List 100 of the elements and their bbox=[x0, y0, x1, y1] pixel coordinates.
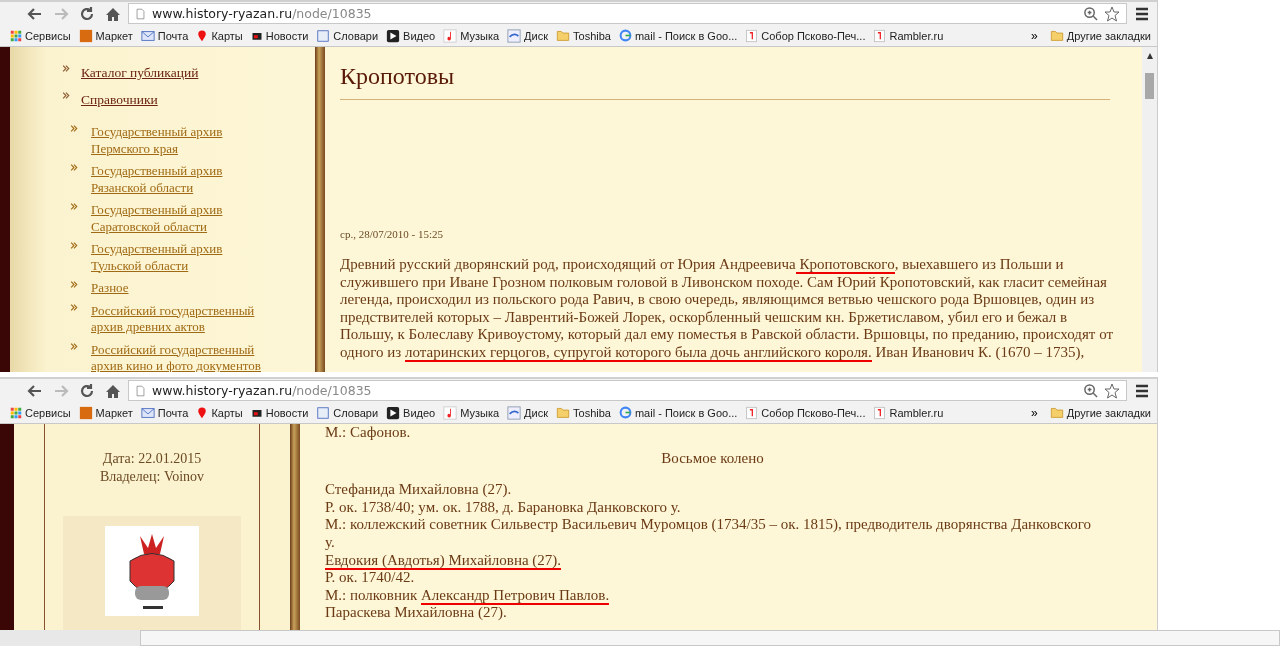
bookmark-link[interactable]: Диск bbox=[507, 405, 549, 420]
bookmark-link[interactable]: Новости bbox=[250, 406, 309, 419]
apps-grid-icon bbox=[10, 406, 22, 419]
horizontal-scrollbar[interactable] bbox=[140, 630, 1280, 646]
star-icon bbox=[1104, 5, 1120, 22]
bookmark-link[interactable]: Почта bbox=[140, 28, 189, 43]
envelope-icon bbox=[140, 405, 155, 420]
sidebar-sublink[interactable]: Государственный архив Рязанской области bbox=[91, 163, 263, 196]
bookmark-link[interactable]: mail - Поиск в Goo... bbox=[618, 29, 738, 42]
other-bookmarks-link[interactable]: Другие закладки bbox=[1049, 406, 1151, 419]
menu-icon bbox=[1134, 382, 1150, 399]
other-bookmarks-link[interactable]: Другие закладки bbox=[1049, 29, 1151, 42]
double-chevron-icon bbox=[70, 341, 79, 351]
url-path: /node/10835 bbox=[292, 383, 372, 398]
bookmark-link[interactable]: Почта bbox=[140, 405, 189, 420]
double-chevron-icon bbox=[60, 91, 73, 100]
post-date: ср., 28/07/2010 - 15:25 bbox=[340, 228, 444, 240]
star-icon bbox=[1104, 382, 1120, 399]
text-line: Параскева Михайловна (27). bbox=[325, 604, 508, 622]
bookmark-link[interactable]: Новости bbox=[250, 29, 309, 42]
forward-arrow-icon bbox=[53, 382, 69, 399]
double-chevron-icon bbox=[70, 163, 79, 172]
back-arrow-icon bbox=[27, 5, 43, 22]
sidebar-sublink[interactable]: Государственный архив Тульской области bbox=[91, 241, 263, 274]
sidebar-sublink[interactable]: Государственный архив Пермского края bbox=[91, 124, 263, 157]
sidebar-link[interactable]: Каталог публикаций bbox=[81, 64, 199, 81]
bookmark-link[interactable]: Toshiba bbox=[556, 406, 611, 419]
zoom-icon bbox=[1083, 6, 1098, 21]
play-icon bbox=[386, 405, 401, 420]
bookmark-link[interactable]: Карты bbox=[196, 28, 243, 43]
bookmark-link[interactable]: Словари bbox=[316, 405, 379, 420]
forward-arrow-icon bbox=[53, 5, 69, 22]
bookmark-link[interactable]: Маркет bbox=[78, 405, 133, 420]
scrollbar-thumb[interactable] bbox=[1145, 73, 1154, 99]
bookmark-link[interactable]: Сервисы bbox=[10, 406, 71, 419]
bookmark-link[interactable]: Музыка bbox=[443, 405, 500, 420]
double-chevron-icon bbox=[60, 64, 73, 73]
double-chevron-icon bbox=[70, 302, 79, 312]
bookmark-link[interactable]: Диск bbox=[507, 28, 549, 43]
folder-icon bbox=[556, 29, 571, 42]
apps-grid-icon bbox=[10, 29, 22, 42]
page-icon bbox=[135, 383, 146, 398]
owner-info: Владелец: Voinov bbox=[99, 468, 205, 486]
music-note-icon bbox=[443, 28, 458, 43]
menu-icon bbox=[1134, 5, 1150, 22]
sidebar-sublink[interactable]: Разное bbox=[91, 280, 263, 297]
folder-icon bbox=[1049, 406, 1064, 419]
bookmark-link[interactable]: Rambler.ru bbox=[873, 28, 944, 43]
address-bar[interactable]: www.history-ryazan.ru/node/10835 bbox=[128, 3, 1127, 24]
article-paragraph: Древний русский дворянский род, происходящий от Юрия Андреевича Кропотовского, выехавшего из Польши и служившего при Иване Грозном полковым головой в Ливонском походе. Сам Юрий Кропотовский, как гласит семейная легенда, происходил из польского рода Равич, в свою очередь, являющимся ветвью чешского рода Вршовцев, один из предствителей которых – Лаврентий-Божей Лорек, оскорбленный чешским кн. Бржетиславом, убил его и бежал в Польшу, к Болеславу Кривоустому, который дал ему поместья в Равской области. Вршовцы, по преданию, происходят от одного из лотаринских герцогов, супругой которого была дочь английского короля. Иван Иванович К. (1670 – 1735), bbox=[340, 256, 1115, 361]
owner-info: Дата: 22.01.2015 bbox=[102, 450, 202, 468]
text-line: Стефанида Михайловна (27). bbox=[325, 481, 513, 499]
map-pin-icon bbox=[196, 405, 209, 420]
text-line: Р. ок. 1738/40; ум. ок. 1788, д. Барановка Данковского у. bbox=[325, 498, 682, 517]
zoom-icon bbox=[1083, 383, 1098, 398]
folder-icon bbox=[556, 406, 571, 419]
sidebar-link[interactable]: Справочники bbox=[81, 91, 158, 108]
sidebar-sublink[interactable]: Российский государственный архив древних актов bbox=[91, 302, 263, 336]
double-chevron-icon bbox=[70, 241, 79, 250]
reload-icon bbox=[79, 382, 95, 399]
back-arrow-icon bbox=[27, 382, 43, 399]
play-icon bbox=[386, 28, 401, 43]
bookmark-link[interactable]: Toshiba bbox=[556, 29, 611, 42]
text-line: М.: Сафонов. bbox=[325, 424, 411, 442]
double-chevron-icon bbox=[70, 280, 79, 289]
envelope-icon bbox=[140, 28, 155, 43]
bookmark-link[interactable]: Сервисы bbox=[10, 29, 71, 42]
page-icon bbox=[135, 6, 146, 21]
home-icon bbox=[105, 382, 121, 399]
url-path: /node/10835 bbox=[292, 6, 372, 21]
double-chevron-icon bbox=[70, 202, 79, 211]
bookmark-link[interactable]: Словари bbox=[316, 28, 379, 43]
sidebar-sublink[interactable]: Российский государственный архив кино и фото документов bbox=[91, 341, 263, 372]
bookmark-link[interactable]: Карты bbox=[196, 405, 243, 420]
text-line: Р. ок. 1740/42. bbox=[325, 569, 416, 587]
url-host: www.history-ryazan.ru bbox=[152, 383, 293, 398]
google-g-icon bbox=[618, 29, 632, 42]
section-heading: Восьмое колено bbox=[660, 449, 765, 468]
bookmark-link[interactable]: Собор Псково-Печ... bbox=[745, 28, 866, 43]
address-bar[interactable]: www.history-ryazan.ru/node/10835 bbox=[128, 380, 1127, 401]
bookmark-link[interactable]: Музыка bbox=[443, 28, 500, 43]
reload-icon bbox=[79, 5, 95, 22]
bookmark-link[interactable]: Видео bbox=[386, 28, 436, 43]
bookmark-link[interactable]: Видео bbox=[386, 405, 436, 420]
map-pin-icon bbox=[196, 28, 209, 43]
bookmark-link[interactable]: Rambler.ru bbox=[873, 405, 944, 420]
text-line: М.: коллежский советник Сильвестр Васильевич Муромцов (1734/35 – ок. 1815), предводитель дворянства Данковского у. bbox=[325, 516, 1093, 552]
scroll-up-icon bbox=[1145, 53, 1154, 59]
folder-icon bbox=[1049, 29, 1064, 42]
bookmark-link[interactable]: Собор Псково-Печ... bbox=[745, 405, 866, 420]
article-title: Кропотовы bbox=[340, 62, 456, 91]
more-bookmarks-button[interactable]: » bbox=[1027, 405, 1042, 420]
more-bookmarks-button[interactable]: » bbox=[1027, 28, 1042, 43]
url-host: www.history-ryazan.ru bbox=[152, 6, 293, 21]
scrollbar[interactable] bbox=[1142, 47, 1157, 372]
bookmark-link[interactable]: mail - Поиск в Goo... bbox=[618, 406, 738, 419]
music-note-icon bbox=[443, 405, 458, 420]
sidebar-sublink[interactable]: Государственный архив Саратовской области bbox=[91, 202, 263, 235]
home-icon bbox=[105, 5, 121, 22]
bookmark-link[interactable]: Маркет bbox=[78, 28, 133, 43]
